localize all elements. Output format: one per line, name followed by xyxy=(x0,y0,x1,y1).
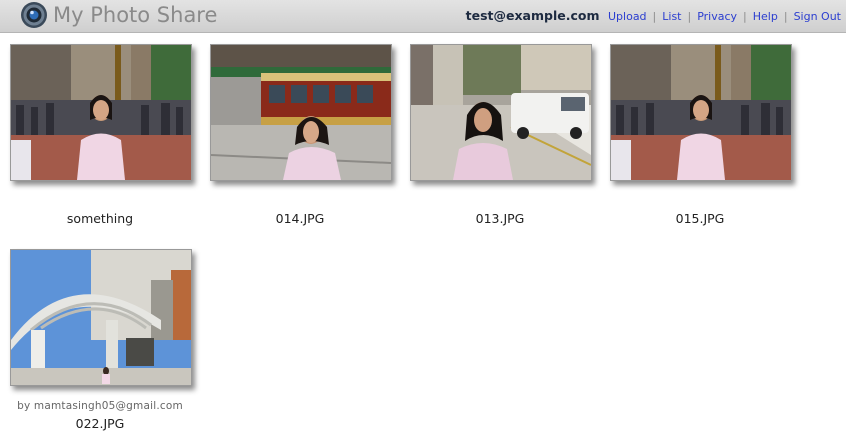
nav-separator: | xyxy=(743,10,747,23)
top-bar: My Photo Share test@example.com Upload | L… xyxy=(0,0,846,33)
photo-tile: 013.JPG xyxy=(400,33,600,233)
camera-lens-icon[interactable] xyxy=(20,1,48,29)
top-nav: test@example.com Upload | List | Privacy | Hel… xyxy=(466,9,841,24)
photo-caption[interactable]: something xyxy=(0,211,200,226)
photo-caption[interactable]: 014.JPG xyxy=(200,211,400,226)
nav-privacy-link[interactable]: Privacy xyxy=(697,10,737,23)
photo-thumbnail[interactable] xyxy=(610,44,792,181)
photo-thumbnail[interactable] xyxy=(210,44,392,181)
photo-caption[interactable]: 013.JPG xyxy=(400,211,600,226)
photo-grid: something 014.JPG 013.JPG 015.JPG by mam… xyxy=(0,33,846,448)
photo-tile: 015.JPG xyxy=(600,33,800,233)
photo-thumbnail[interactable] xyxy=(410,44,592,181)
app-title: My Photo Share xyxy=(53,3,218,27)
nav-separator: | xyxy=(652,10,657,23)
user-email: test@example.com xyxy=(465,8,600,23)
photo-caption[interactable]: 022.JPG xyxy=(0,416,200,431)
nav-separator: | xyxy=(783,10,788,23)
nav-upload-link[interactable]: Upload xyxy=(608,10,647,23)
photo-caption[interactable]: 015.JPG xyxy=(600,211,800,226)
photo-tile: by mamtasingh05@gmail.com 022.JPG xyxy=(0,238,200,448)
photo-thumbnail[interactable] xyxy=(10,44,192,181)
photo-tile: something xyxy=(0,33,200,233)
nav-help-link[interactable]: Help xyxy=(753,10,778,23)
nav-sign-out-link[interactable]: Sign Out xyxy=(794,10,841,23)
nav-separator: | xyxy=(687,10,692,23)
photo-thumbnail[interactable] xyxy=(10,249,192,386)
photo-byline: by mamtasingh05@gmail.com xyxy=(17,400,183,412)
photo-tile: 014.JPG xyxy=(200,33,400,233)
nav-list-link[interactable]: List xyxy=(662,10,681,23)
